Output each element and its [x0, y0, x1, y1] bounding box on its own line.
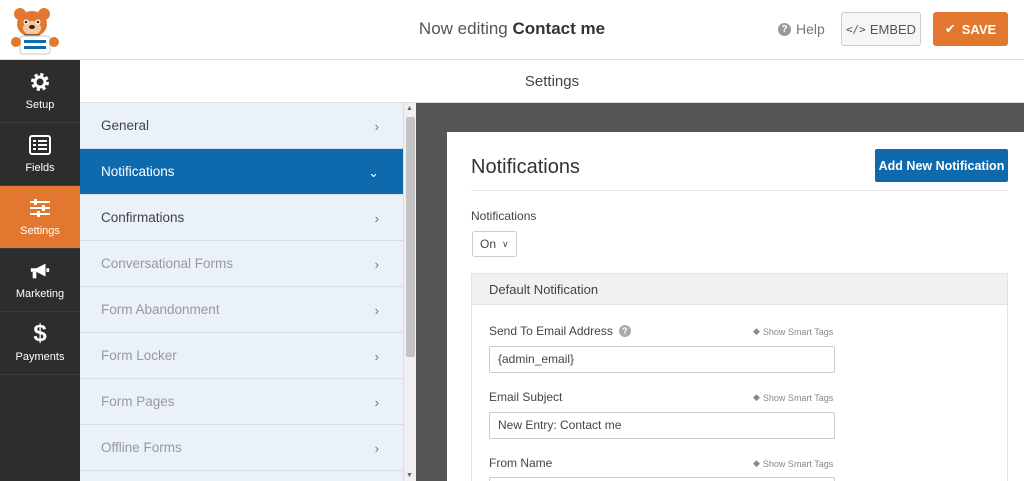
nav-fields[interactable]: Fields: [0, 123, 80, 186]
nav-payments[interactable]: $ Payments: [0, 312, 80, 375]
show-smart-tags-link[interactable]: ◆ Show Smart Tags: [753, 458, 833, 469]
nav-marketing[interactable]: Marketing: [0, 249, 80, 312]
send-to-email-input[interactable]: {admin_email}: [489, 346, 835, 373]
menu-label: Confirmations: [101, 210, 185, 225]
question-circle-icon: ?: [778, 22, 791, 36]
menu-label: General: [101, 118, 150, 133]
settings-menu-conversational-forms[interactable]: Conversational Forms ›: [80, 241, 403, 287]
embed-label: EMBED: [869, 21, 917, 37]
nav-fields-label: Fields: [25, 162, 55, 174]
chevron-right-icon: ›: [374, 441, 379, 456]
from-name-input[interactable]: [489, 477, 835, 481]
menu-label: Form Locker: [101, 348, 177, 363]
email-subject-input[interactable]: New Entry: Contact me: [489, 412, 835, 439]
chevron-right-icon: ›: [374, 257, 379, 272]
tag-icon: ◆: [753, 392, 760, 402]
settings-menu-general[interactable]: General ›: [80, 103, 403, 149]
nav-setup[interactable]: Setup: [0, 60, 80, 123]
settings-menu: General › Notifications ⌄ Confirmations …: [80, 103, 403, 481]
smart-tags-label: Show Smart Tags: [762, 326, 834, 337]
settings-menu-notifications[interactable]: Notifications ⌄: [80, 149, 403, 195]
email-subject-label: Email Subject: [489, 390, 562, 404]
settings-menu-form-abandonment[interactable]: Form Abandonment ›: [80, 287, 403, 333]
settings-menu-confirmations[interactable]: Confirmations ›: [80, 195, 403, 241]
default-notification-title: Default Notification: [472, 274, 1007, 305]
nav-setup-label: Setup: [25, 99, 55, 111]
megaphone-icon: [29, 260, 51, 282]
help-label: Help: [796, 21, 825, 37]
settings-header: Settings: [80, 60, 1024, 103]
save-label: SAVE: [961, 21, 997, 37]
save-button[interactable]: ✔ SAVE: [933, 12, 1008, 46]
top-bar: Now editing Contact me ? Help </> EMBED …: [0, 0, 1024, 60]
smart-tags-label: Show Smart Tags: [762, 392, 834, 403]
list-icon: [29, 134, 51, 156]
checkmark-icon: ✔: [944, 21, 956, 36]
notifications-panel: Notifications Add New Notification Notif…: [447, 132, 1024, 481]
notifications-select[interactable]: On ∨: [472, 231, 517, 257]
email-subject-label-text: Email Subject: [489, 390, 563, 404]
chevron-right-icon: ›: [374, 211, 379, 226]
menu-label: Form Abandonment: [101, 302, 220, 317]
menu-label: Notifications: [101, 164, 175, 179]
settings-menu-offline-forms[interactable]: Offline Forms ›: [80, 425, 403, 471]
panel-title: Notifications: [471, 156, 580, 178]
nav-payments-label: Payments: [15, 351, 65, 363]
from-name-label-text: From Name: [489, 456, 553, 470]
menu-label: Conversational Forms: [101, 256, 234, 271]
nav-marketing-label: Marketing: [15, 288, 65, 300]
show-smart-tags-link[interactable]: ◆ Show Smart Tags: [753, 326, 833, 337]
menu-label: Offline Forms: [101, 440, 182, 455]
tag-icon: ◆: [753, 458, 760, 468]
code-icon: </>: [845, 22, 866, 36]
divider: [471, 190, 1008, 191]
send-to-label-text: Send To Email Address: [489, 324, 613, 338]
settings-menu-form-pages[interactable]: Form Pages ›: [80, 379, 403, 425]
chevron-right-icon: ›: [374, 349, 379, 364]
help-link[interactable]: ? Help: [778, 21, 825, 37]
notifications-toggle-label: Notifications: [471, 209, 537, 223]
chevron-right-icon: ›: [374, 119, 379, 134]
from-name-label: From Name: [489, 456, 552, 470]
default-notification-box: Default Notification Send To Email Addre…: [471, 273, 1008, 481]
nav-settings-label: Settings: [20, 225, 60, 237]
embed-button[interactable]: </> EMBED: [841, 12, 921, 46]
send-to-label: Send To Email Address ?: [489, 324, 631, 338]
menu-label: Form Pages: [101, 394, 175, 409]
show-smart-tags-link[interactable]: ◆ Show Smart Tags: [753, 392, 833, 403]
scrollbar-thumb[interactable]: [406, 117, 415, 357]
title-prefix: Now editing: [418, 19, 508, 38]
chevron-right-icon: ›: [374, 395, 379, 410]
gear-icon: [29, 71, 51, 93]
notifications-select-value: On: [480, 237, 497, 251]
scroll-down-icon[interactable]: ▼: [406, 472, 413, 479]
scroll-up-icon[interactable]: ▲: [406, 105, 413, 112]
smart-tags-label: Show Smart Tags: [762, 458, 834, 469]
nav-settings[interactable]: Settings: [0, 186, 80, 249]
form-name: Contact me: [512, 19, 606, 38]
sliders-icon: [29, 197, 51, 219]
chevron-down-icon: ⌄: [368, 165, 379, 180]
chevron-right-icon: ›: [374, 303, 379, 318]
builder-sidebar: Setup Fields Settings Marketing $ Paymen…: [0, 60, 80, 481]
chevron-down-icon: ∨: [502, 238, 509, 249]
menu-scrollbar[interactable]: ▲ ▼: [403, 103, 416, 481]
settings-menu-form-locker[interactable]: Form Locker ›: [80, 333, 403, 379]
question-circle-icon[interactable]: ?: [618, 325, 631, 337]
add-new-notification-button[interactable]: Add New Notification: [875, 149, 1008, 182]
dollar-icon: $: [33, 320, 47, 347]
tag-icon: ◆: [753, 326, 760, 336]
